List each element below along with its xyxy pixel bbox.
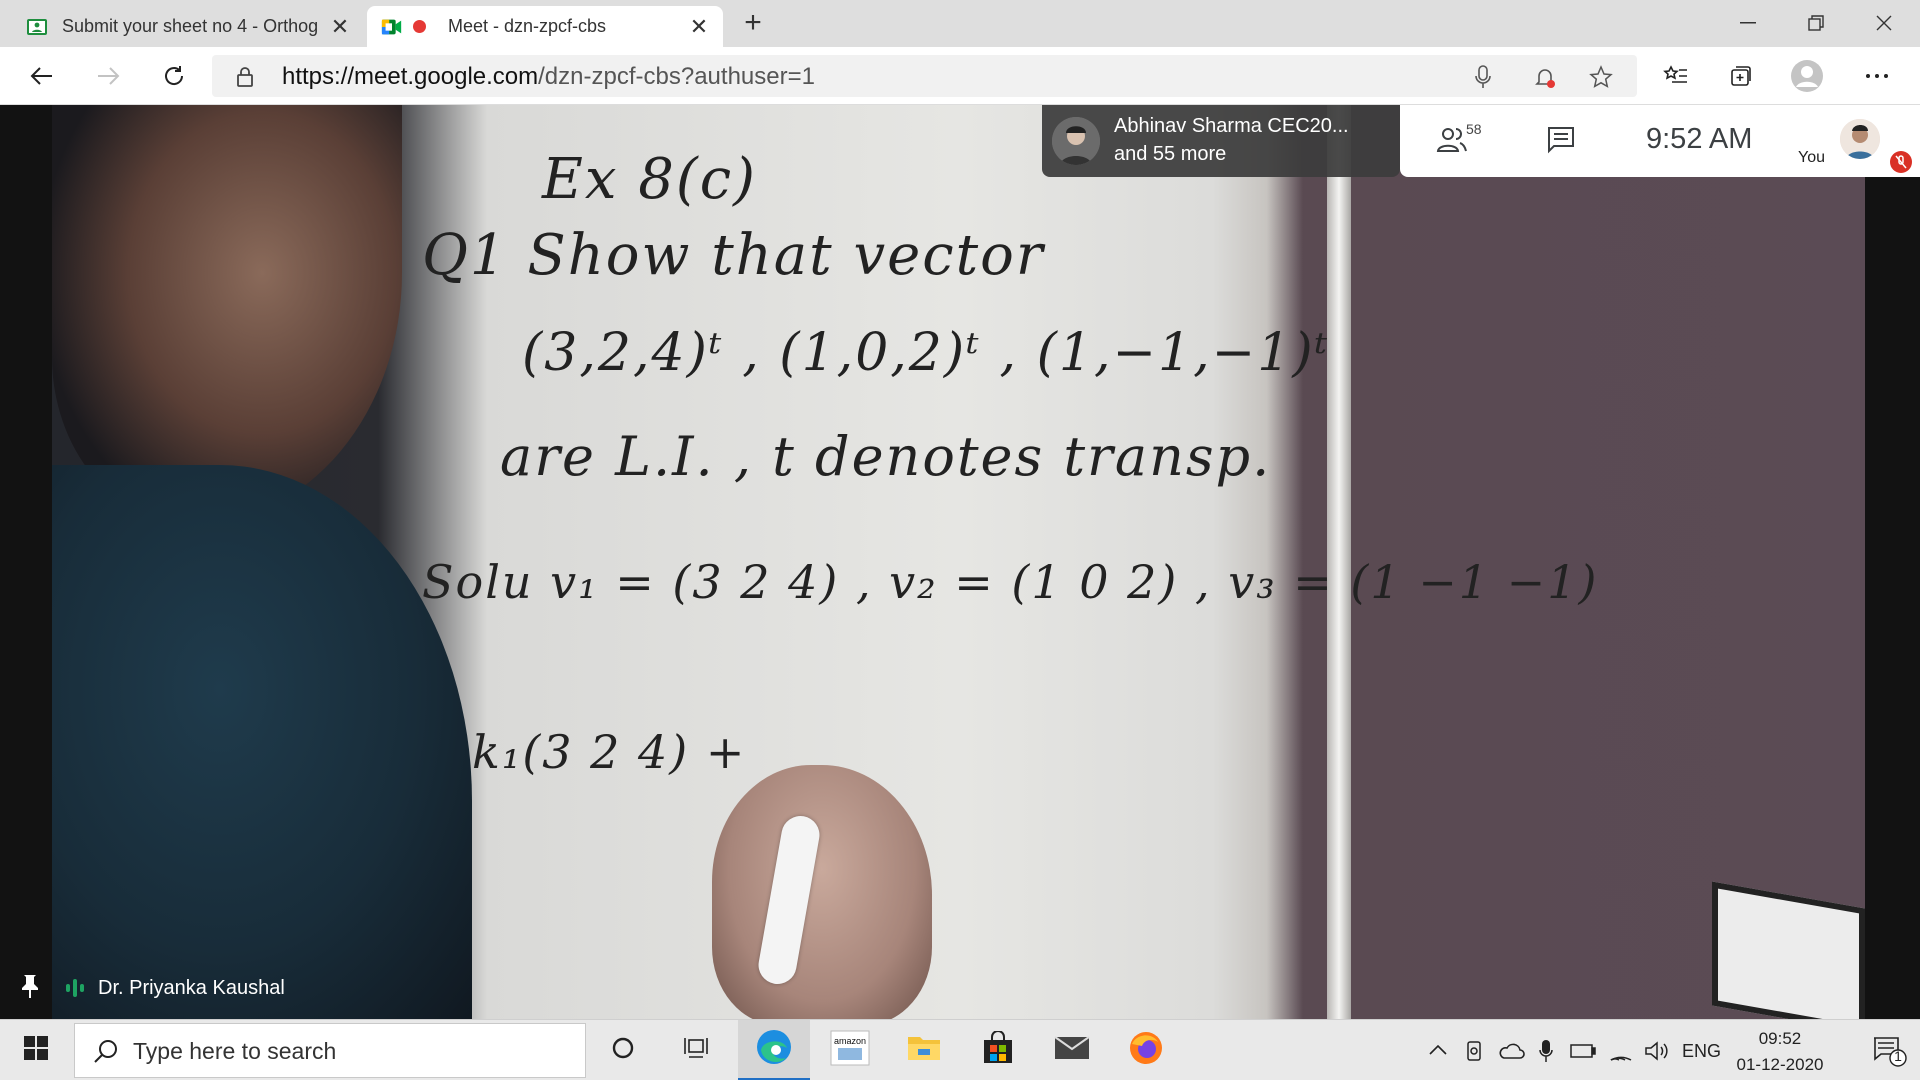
more-menu-icon[interactable]	[1860, 59, 1894, 93]
people-icon	[1436, 128, 1468, 157]
taskbar-file-explorer[interactable]	[892, 1020, 956, 1080]
participant-avatar	[1052, 117, 1100, 165]
tray-mic-icon[interactable]	[1534, 1020, 1558, 1080]
wifi-icon[interactable]	[1606, 1020, 1636, 1080]
forward-button[interactable]	[90, 58, 126, 94]
taskbar-amazon[interactable]: amazon	[818, 1020, 882, 1080]
meet-icon	[381, 16, 403, 38]
lock-icon[interactable]	[236, 66, 254, 93]
recording-indicator-icon	[413, 20, 426, 33]
tab-title: Meet - dzn-zpcf-cbs	[448, 16, 607, 36]
active-speaker-label: Dr. Priyanka Kaushal	[20, 973, 285, 1003]
close-window-button[interactable]	[1854, 6, 1914, 40]
tab-title: Submit your sheet no 4 - Orthog	[62, 16, 319, 36]
muted-mic-icon	[1890, 151, 1912, 173]
self-video-thumbnail[interactable]	[1840, 119, 1880, 159]
battery-icon[interactable]	[1568, 1020, 1598, 1080]
laptop-screen	[1712, 881, 1865, 1019]
task-view-button[interactable]	[674, 1020, 718, 1080]
speaking-indicator-icon	[66, 979, 84, 997]
action-center-button[interactable]: 1	[1872, 1036, 1908, 1073]
windows-logo-icon	[24, 1036, 48, 1065]
taskbar-mail[interactable]	[1040, 1020, 1104, 1080]
taskbar-store[interactable]	[966, 1020, 1030, 1080]
notification-blocked-icon[interactable]	[1532, 64, 1558, 90]
whiteboard-line: Q1 Show that vector	[422, 223, 1045, 288]
people-button[interactable]	[1436, 125, 1468, 158]
new-tab-button[interactable]: +	[738, 8, 768, 38]
close-tab-icon[interactable]: ✕	[330, 14, 350, 40]
store-icon	[981, 1030, 1015, 1070]
search-placeholder: Type here to search	[133, 1038, 337, 1064]
presenter-hand	[712, 765, 932, 1019]
onedrive-icon[interactable]	[1494, 1020, 1528, 1080]
tab-classroom[interactable]: Submit your sheet no 4 - Orthog ✕	[12, 6, 364, 47]
chat-button[interactable]	[1546, 125, 1576, 160]
amazon-icon: amazon	[830, 1030, 870, 1071]
favorite-star-icon[interactable]	[1588, 64, 1614, 90]
meet-main-area: Ex 8(c) Q1 Show that vector (3,2,4)ᵗ , (…	[0, 105, 1920, 1019]
task-view-icon	[683, 1036, 709, 1065]
firefox-icon	[1128, 1030, 1164, 1071]
clock-time: 09:52	[1758, 1029, 1802, 1048]
start-button[interactable]	[14, 1020, 58, 1080]
whiteboard-line: Solu v₁ = (3 2 4) , v₂ = (1 0 2) , v₃ = …	[422, 555, 1599, 609]
profile-avatar[interactable]	[1790, 59, 1824, 93]
taskbar-search-box[interactable]: Type here to search	[74, 1023, 586, 1078]
taskbar-clock[interactable]: 09:52 01-12-2020	[1730, 1026, 1830, 1078]
speaker-name: Dr. Priyanka Kaushal	[98, 976, 285, 999]
show-hidden-icons-button[interactable]	[1424, 1020, 1452, 1080]
url-bar[interactable]: https://meet.google.com/dzn-zpcf-cbs?aut…	[212, 55, 1637, 97]
chevron-up-icon	[1429, 1042, 1447, 1060]
restore-button[interactable]	[1786, 6, 1846, 40]
refresh-button[interactable]	[156, 58, 192, 94]
presenter-head	[52, 105, 402, 525]
collections-icon[interactable]	[1724, 59, 1758, 93]
mail-icon	[1054, 1035, 1090, 1066]
clock-date: 01-12-2020	[1736, 1055, 1824, 1074]
taskbar-firefox[interactable]	[1114, 1020, 1178, 1080]
whiteboard-line: Ex 8(c)	[542, 147, 757, 212]
favorites-list-icon[interactable]	[1658, 59, 1692, 93]
minimize-button[interactable]	[1718, 6, 1778, 40]
tab-meet[interactable]: Meet - dzn-zpcf-cbs ✕	[367, 6, 723, 47]
participants-chip-name: Abhinav Sharma CEC20...	[1114, 115, 1349, 137]
participants-chip[interactable]: Abhinav Sharma CEC20... and 55 more	[1042, 105, 1400, 177]
notification-count: 1	[1894, 1048, 1902, 1064]
meet-top-panel: 58 9:52 AM You	[1400, 105, 1920, 177]
search-icon	[93, 1038, 119, 1069]
close-tab-icon[interactable]: ✕	[689, 14, 709, 40]
edge-icon	[755, 1028, 793, 1071]
folder-icon	[906, 1033, 942, 1068]
volume-icon[interactable]	[1642, 1020, 1672, 1080]
microphone-icon[interactable]	[1470, 64, 1496, 90]
meeting-clock: 9:52 AM	[1646, 123, 1753, 155]
pin-icon[interactable]	[20, 973, 40, 1004]
chat-icon	[1546, 127, 1576, 159]
tray-device-icon[interactable]	[1460, 1020, 1488, 1080]
back-button[interactable]	[24, 58, 60, 94]
whiteboard-line: are L.I. , t denotes transp.	[500, 425, 1272, 488]
language-indicator[interactable]: ENG	[1682, 1041, 1721, 1062]
presenter-body	[52, 465, 472, 1019]
presenter-video: Ex 8(c) Q1 Show that vector (3,2,4)ᵗ , (…	[52, 105, 1865, 1019]
svg-text:amazon: amazon	[834, 1036, 866, 1046]
address-toolbar: https://meet.google.com/dzn-zpcf-cbs?aut…	[0, 47, 1920, 105]
windows-taskbar: Type here to search amazon ENG 09:52 01-…	[0, 1019, 1920, 1080]
participants-chip-more: and 55 more	[1114, 143, 1227, 165]
whiteboard-line: k₁(3 2 4) +	[472, 725, 747, 779]
classroom-icon	[26, 16, 48, 38]
cortana-button[interactable]	[603, 1020, 643, 1080]
participant-count: 58	[1466, 121, 1482, 137]
taskbar-edge[interactable]	[738, 1020, 810, 1080]
whiteboard-line: (3,2,4)ᵗ , (1,0,2)ᵗ , (1,−1,−1)ᵗ	[522, 323, 1330, 383]
url-text: https://meet.google.com/dzn-zpcf-cbs?aut…	[282, 63, 815, 90]
browser-tab-bar: Submit your sheet no 4 - Orthog ✕ Meet -…	[0, 0, 1920, 47]
cortana-icon	[611, 1036, 635, 1065]
self-label: You	[1798, 149, 1825, 166]
